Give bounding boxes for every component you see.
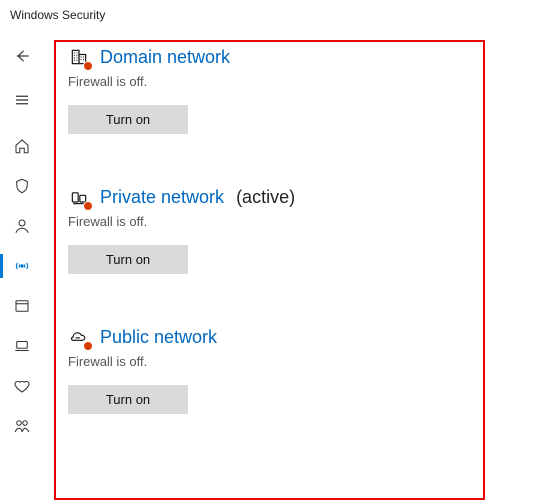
person-icon [13,217,31,235]
arrow-left-icon [13,47,31,65]
sidebar-item-family[interactable] [0,406,44,446]
domain-network-link[interactable]: Domain network [100,47,230,68]
laptop-icon [13,337,31,355]
sidebar-item-account[interactable] [0,206,44,246]
hamburger-icon [13,91,31,109]
back-button[interactable] [0,36,44,76]
broadcast-icon [13,257,31,275]
family-icon [13,417,31,435]
sidebar [0,30,44,500]
sidebar-item-device[interactable] [0,326,44,366]
sidebar-item-firewall[interactable] [0,246,44,286]
content-area: Domain network Firewall is off. Turn on … [44,30,539,500]
private-active-suffix: (active) [236,187,295,208]
network-section-private: Private network (active) Firewall is off… [68,186,519,274]
private-turn-on-button[interactable]: Turn on [68,245,188,274]
domain-network-icon [68,46,90,68]
public-network-icon [68,326,90,348]
public-turn-on-button[interactable]: Turn on [68,385,188,414]
titlebar: Windows Security [0,0,539,30]
private-status: Firewall is off. [68,214,519,229]
domain-turn-on-button[interactable]: Turn on [68,105,188,134]
public-status: Firewall is off. [68,354,519,369]
app-title: Windows Security [10,8,105,22]
domain-status: Firewall is off. [68,74,519,89]
private-network-icon [68,186,90,208]
sidebar-item-performance[interactable] [0,366,44,406]
public-network-link[interactable]: Public network [100,327,217,348]
sidebar-item-virus[interactable] [0,166,44,206]
network-section-public: Public network Firewall is off. Turn on [68,326,519,414]
network-section-domain: Domain network Firewall is off. Turn on [68,46,519,134]
sidebar-item-home[interactable] [0,126,44,166]
menu-button[interactable] [0,80,44,120]
private-network-link[interactable]: Private network [100,187,224,208]
heart-icon [13,377,31,395]
sidebar-item-app[interactable] [0,286,44,326]
browser-icon [13,297,31,315]
shield-icon [13,177,31,195]
home-icon [13,137,31,155]
